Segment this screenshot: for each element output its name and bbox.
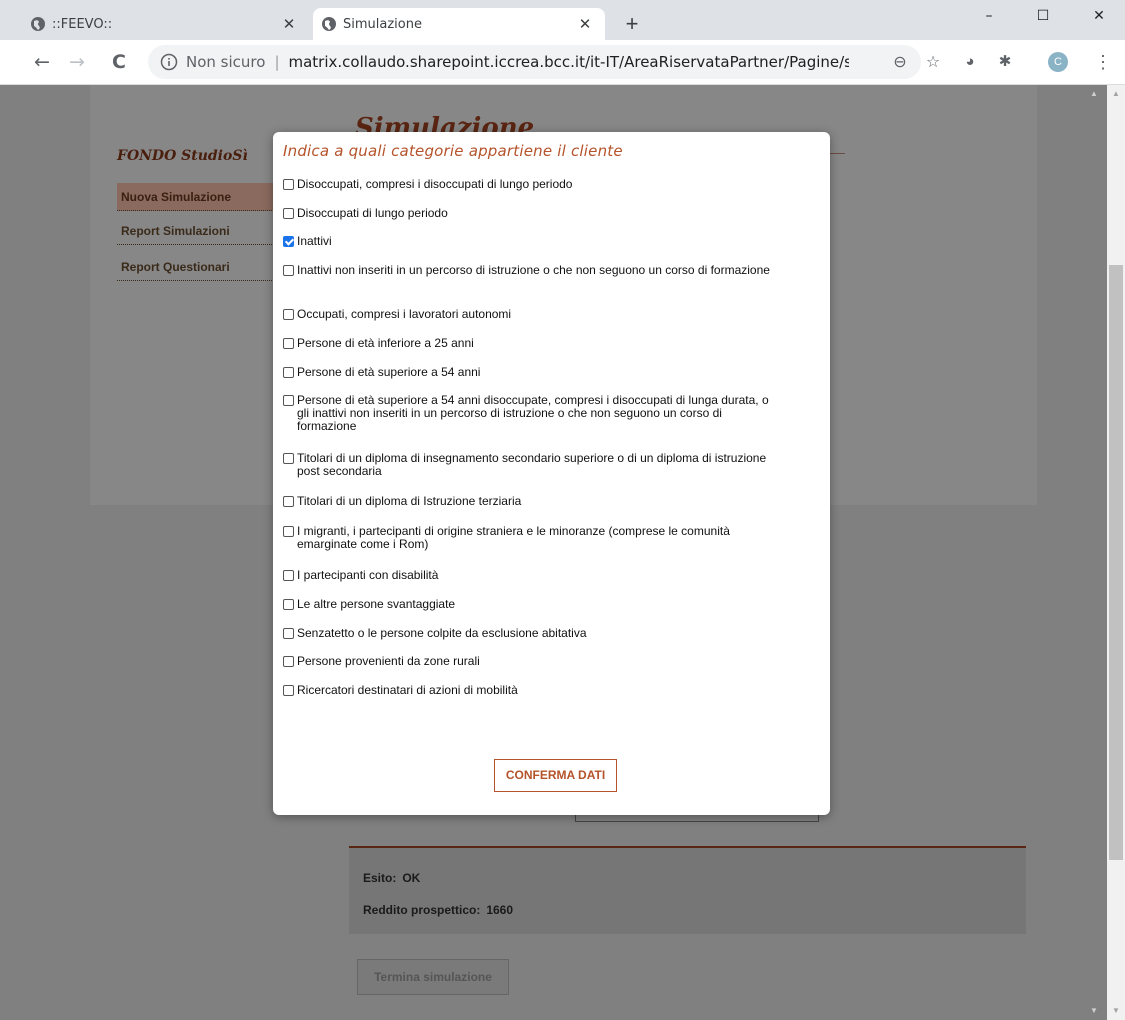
checkbox[interactable] — [283, 208, 294, 219]
star-icon[interactable]: ☆ — [924, 53, 942, 71]
esito-row: Esito: OK — [363, 871, 420, 885]
option-svantaggiate[interactable]: Le altre persone svantaggiate — [283, 598, 783, 611]
avatar[interactable]: C — [1048, 52, 1068, 72]
option-inattivi-non-inseriti[interactable]: Inattivi non inseriti in un percorso di … — [283, 264, 783, 277]
checkbox[interactable] — [283, 367, 294, 378]
tab-simulazione[interactable]: Simulazione ✕ — [313, 8, 605, 40]
option-label: Disoccupati di lungo periodo — [297, 206, 448, 220]
option-disabilita[interactable]: I partecipanti con disabilità — [283, 569, 783, 582]
security-label: Non sicuro — [186, 53, 266, 71]
zoom-icon[interactable]: ⊖ — [891, 53, 909, 71]
info-icon[interactable] — [160, 53, 178, 71]
checkbox[interactable] — [283, 179, 294, 190]
termina-simulazione-button[interactable]: Termina simulazione — [357, 959, 509, 995]
forward-button[interactable]: → — [63, 48, 91, 76]
checkbox[interactable] — [283, 628, 294, 639]
reddito-row: Reddito prospettico: 1660 — [363, 903, 513, 917]
checkbox[interactable] — [283, 685, 294, 696]
sidebar-item-report-simulazioni[interactable]: Report Simulazioni — [117, 217, 274, 245]
option-label: Senzatetto o le persone colpite da esclu… — [297, 626, 587, 640]
checkbox[interactable] — [283, 453, 294, 464]
checkbox[interactable] — [283, 265, 294, 276]
option-eta-superiore-54-disoccupate[interactable]: Persone di età superiore a 54 anni disoc… — [283, 394, 783, 433]
option-label: Inattivi — [297, 234, 332, 248]
option-label: Persone di età superiore a 54 anni disoc… — [297, 393, 769, 433]
url-text[interactable]: matrix.collaudo.sharepoint.iccrea.bcc.it… — [289, 53, 849, 71]
option-label: Persone di età superiore a 54 anni — [297, 365, 481, 379]
minimize-button[interactable]: – — [966, 0, 1012, 32]
scroll-thumb[interactable] — [1109, 265, 1123, 860]
option-eta-superiore-54[interactable]: Persone di età superiore a 54 anni — [283, 366, 783, 379]
checkbox[interactable] — [283, 599, 294, 610]
checkbox[interactable] — [283, 656, 294, 667]
category-modal: Indica a quali categorie appartiene il c… — [273, 132, 830, 815]
option-label: Persone di età inferiore a 25 anni — [297, 336, 474, 350]
checkbox[interactable] — [283, 309, 294, 320]
esito-label: Esito: — [363, 871, 397, 885]
back-button[interactable]: ← — [28, 48, 56, 76]
result-box — [349, 848, 1026, 934]
extension-icon[interactable]: ◕ — [960, 52, 980, 72]
browser-toolbar: ← → C Non sicuro | matrix.collaudo.share… — [0, 40, 1125, 85]
scroll-down-icon[interactable]: ▼ — [1111, 1006, 1121, 1015]
esito-value: OK — [402, 871, 421, 885]
option-disoccupati[interactable]: Disoccupati, compresi i disoccupati di l… — [283, 178, 783, 191]
option-label: Inattivi non inseriti in un percorso di … — [297, 263, 770, 277]
option-label: Occupati, compresi i lavoratori autonomi — [297, 307, 512, 321]
brand-title: FONDO StudioSì — [117, 148, 248, 164]
new-tab-button[interactable]: + — [619, 12, 645, 38]
inner-scroll-down-icon: ▼ — [1090, 1006, 1098, 1015]
option-migranti[interactable]: I migranti, i partecipanti di origine st… — [283, 525, 783, 551]
kebab-menu-icon[interactable]: ⋮ — [1093, 52, 1113, 72]
globe-icon — [322, 17, 336, 31]
tab-close-icon[interactable]: ✕ — [577, 15, 593, 33]
tab-feevo[interactable]: ::FEEVO:: ✕ — [22, 8, 309, 40]
maximize-button[interactable]: ☐ — [1020, 0, 1066, 32]
tab-strip: ::FEEVO:: ✕ Simulazione ✕ + – ☐ ✕ — [0, 0, 1125, 40]
option-label: I migranti, i partecipanti di origine st… — [297, 524, 730, 551]
conferma-dati-button[interactable]: CONFERMA DATI — [494, 759, 617, 792]
reddito-value: 1660 — [486, 903, 514, 917]
option-senzatetto[interactable]: Senzatetto o le persone colpite da esclu… — [283, 627, 783, 640]
option-ricercatori[interactable]: Ricercatori destinatari di azioni di mob… — [283, 684, 783, 697]
checkbox[interactable] — [283, 395, 294, 406]
address-bar[interactable]: Non sicuro | matrix.collaudo.sharepoint.… — [148, 45, 940, 79]
option-label: Titolari di un diploma di Istruzione ter… — [297, 494, 522, 508]
modal-title: Indica a quali categorie appartiene il c… — [283, 142, 623, 160]
option-label: Le altre persone svantaggiate — [297, 597, 456, 611]
globe-icon — [31, 17, 45, 31]
sidebar-item-report-questionari[interactable]: Report Questionari — [117, 253, 274, 281]
page-scrollbar[interactable]: ▲ ▼ — [1107, 85, 1125, 1020]
option-diploma-secondario[interactable]: Titolari di un diploma di insegnamento s… — [283, 452, 783, 478]
option-label: I partecipanti con disabilità — [297, 568, 439, 582]
scroll-up-icon[interactable]: ▲ — [1111, 89, 1121, 98]
checkbox[interactable] — [283, 526, 294, 537]
puzzle-icon[interactable]: ✱ — [995, 52, 1015, 72]
close-window-button[interactable]: ✕ — [1076, 0, 1122, 32]
option-zone-rurali[interactable]: Persone provenienti da zone rurali — [283, 655, 783, 668]
option-inattivi[interactable]: Inattivi — [283, 235, 783, 248]
option-label: Ricercatori destinatari di azioni di mob… — [297, 683, 518, 697]
option-istruzione-terziaria[interactable]: Titolari di un diploma di Istruzione ter… — [283, 495, 783, 508]
tab-label: ::FEEVO:: — [52, 16, 113, 32]
checkbox[interactable] — [283, 496, 294, 507]
option-occupati[interactable]: Occupati, compresi i lavoratori autonomi — [283, 308, 783, 321]
checkbox[interactable] — [283, 570, 294, 581]
checkbox[interactable] — [283, 338, 294, 349]
tab-close-icon[interactable]: ✕ — [281, 15, 297, 33]
option-eta-inferiore-25[interactable]: Persone di età inferiore a 25 anni — [283, 337, 783, 350]
reddito-label: Reddito prospettico: — [363, 903, 481, 917]
sidebar-item-nuova-simulazione[interactable]: Nuova Simulazione — [117, 183, 274, 211]
option-label: Disoccupati, compresi i disoccupati di l… — [297, 177, 573, 191]
checkbox-checked[interactable] — [283, 236, 294, 247]
option-disoccupati-lungo-periodo[interactable]: Disoccupati di lungo periodo — [283, 207, 783, 220]
address-separator: | — [274, 53, 280, 71]
tab-label: Simulazione — [343, 16, 422, 32]
option-label: Persone provenienti da zone rurali — [297, 654, 480, 668]
option-label: Titolari di un diploma di insegnamento s… — [297, 451, 767, 478]
inner-scroll-up-icon: ▲ — [1090, 89, 1098, 98]
reload-button[interactable]: C — [105, 48, 133, 76]
